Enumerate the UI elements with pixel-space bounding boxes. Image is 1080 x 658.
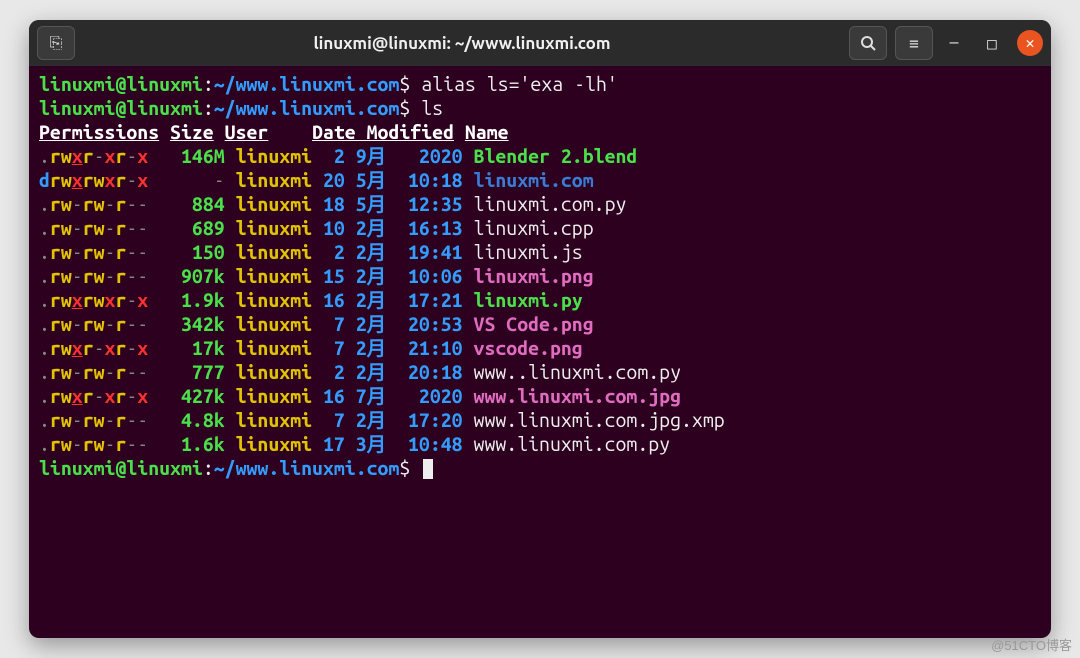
menu-button[interactable]: ≡ xyxy=(895,26,933,60)
terminal-line: linuxmi@linuxmi:~/www.linuxmi.com$ ls xyxy=(39,96,1041,120)
listing-row: .rwxr-xr-x 17k linuxmi 7 2月 21:10 vscode… xyxy=(39,336,1041,360)
listing-row: .rw-rw-r-- 777 linuxmi 2 2月 20:18 www..l… xyxy=(39,360,1041,384)
window-controls: — □ ✕ xyxy=(941,30,1043,56)
terminal-line: linuxmi@linuxmi:~/www.linuxmi.com$ alias… xyxy=(39,72,1041,96)
maximize-button[interactable]: □ xyxy=(979,34,1005,53)
close-button[interactable]: ✕ xyxy=(1017,30,1043,56)
listing-row: .rwxr-xr-x 427k linuxmi 16 7月 2020 www.l… xyxy=(39,384,1041,408)
new-tab-icon: ⎘ xyxy=(50,34,63,53)
terminal-body[interactable]: linuxmi@linuxmi:~/www.linuxmi.com$ alias… xyxy=(29,66,1051,638)
terminal-window: ⎘ linuxmi@linuxmi: ~/www.linuxmi.com ≡ —… xyxy=(29,20,1051,638)
search-button[interactable] xyxy=(849,26,887,60)
new-tab-button[interactable]: ⎘ xyxy=(37,26,75,60)
minimize-button[interactable]: — xyxy=(941,34,967,52)
listing-row: .rw-rw-r-- 689 linuxmi 10 2月 16:13 linux… xyxy=(39,216,1041,240)
search-icon xyxy=(860,35,876,51)
titlebar: ⎘ linuxmi@linuxmi: ~/www.linuxmi.com ≡ —… xyxy=(29,20,1051,66)
listing-row: .rw-rw-r-- 4.8k linuxmi 7 2月 17:20 www.l… xyxy=(39,408,1041,432)
window-title: linuxmi@linuxmi: ~/www.linuxmi.com xyxy=(83,34,841,53)
listing-row: .rwxrwxr-x 1.9k linuxmi 16 2月 17:21 linu… xyxy=(39,288,1041,312)
watermark: @51CTO博客 xyxy=(991,635,1072,654)
listing-row: .rw-rw-r-- 150 linuxmi 2 2月 19:41 linuxm… xyxy=(39,240,1041,264)
listing-header: Permissions Size User Date Modified Name xyxy=(39,120,1041,144)
listing-row: .rw-rw-r-- 1.6k linuxmi 17 3月 10:48 www.… xyxy=(39,432,1041,456)
listing-row: .rw-rw-r-- 907k linuxmi 15 2月 10:06 linu… xyxy=(39,264,1041,288)
hamburger-icon: ≡ xyxy=(909,34,919,53)
close-icon: ✕ xyxy=(1025,34,1034,52)
listing-row: .rw-rw-r-- 342k linuxmi 7 2月 20:53 VS Co… xyxy=(39,312,1041,336)
terminal-line: linuxmi@linuxmi:~/www.linuxmi.com$ xyxy=(39,456,1041,480)
listing-row: .rw-rw-r-- 884 linuxmi 18 5月 12:35 linux… xyxy=(39,192,1041,216)
listing-row: drwxrwxr-x - linuxmi 20 5月 10:18 linuxmi… xyxy=(39,168,1041,192)
cursor xyxy=(423,459,433,479)
listing-row: .rwxr-xr-x 146M linuxmi 2 9月 2020 Blende… xyxy=(39,144,1041,168)
